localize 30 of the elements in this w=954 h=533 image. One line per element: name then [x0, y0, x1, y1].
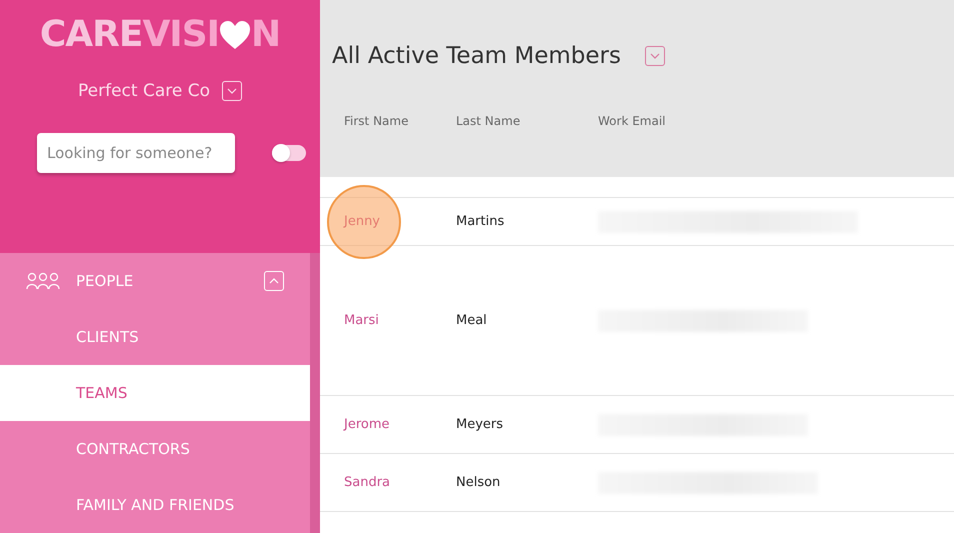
table-cell-text: Martins	[456, 214, 506, 229]
collapse-button[interactable]	[264, 271, 284, 291]
logo-text: N	[251, 14, 280, 55]
table-cell-text: Nelson	[456, 475, 502, 490]
nav-item[interactable]: TEAMS	[0, 365, 310, 421]
first-name-link[interactable]: Marsi	[344, 313, 456, 328]
logo-text: CAREVISI	[40, 14, 220, 55]
nav-item[interactable]: CLIENTS	[0, 309, 310, 365]
table-cell-text: Meal	[456, 313, 488, 328]
table-cell-text: Meyers	[456, 417, 504, 432]
heart-icon	[219, 20, 252, 50]
search-field[interactable]: Looking for someone?	[37, 133, 235, 173]
organization-name: Perfect Care Co	[78, 81, 210, 101]
toggle-switch[interactable]	[272, 145, 306, 161]
section-label: PEOPLE	[76, 272, 134, 290]
column-header: Work Email	[598, 114, 666, 128]
first-name-link[interactable]: Jerome	[344, 417, 456, 432]
chevron-up-icon	[269, 278, 279, 284]
first-name-link[interactable]: Sandra	[344, 475, 456, 490]
nav-item[interactable]: CONTRACTORS	[0, 421, 310, 477]
chevron-down-icon	[650, 53, 660, 59]
page-title: All Active Team Members	[332, 43, 621, 69]
column-header: First Name	[344, 114, 410, 128]
column-header: Last Name	[456, 114, 522, 128]
view-dropdown-button[interactable]	[644, 46, 665, 66]
nav-item[interactable]: FAMILY AND FRIENDS	[0, 477, 310, 533]
people-icon	[26, 272, 60, 290]
chevron-down-icon	[227, 88, 237, 94]
scrollbar[interactable]	[310, 253, 320, 533]
organization-dropdown-button[interactable]	[222, 81, 242, 101]
